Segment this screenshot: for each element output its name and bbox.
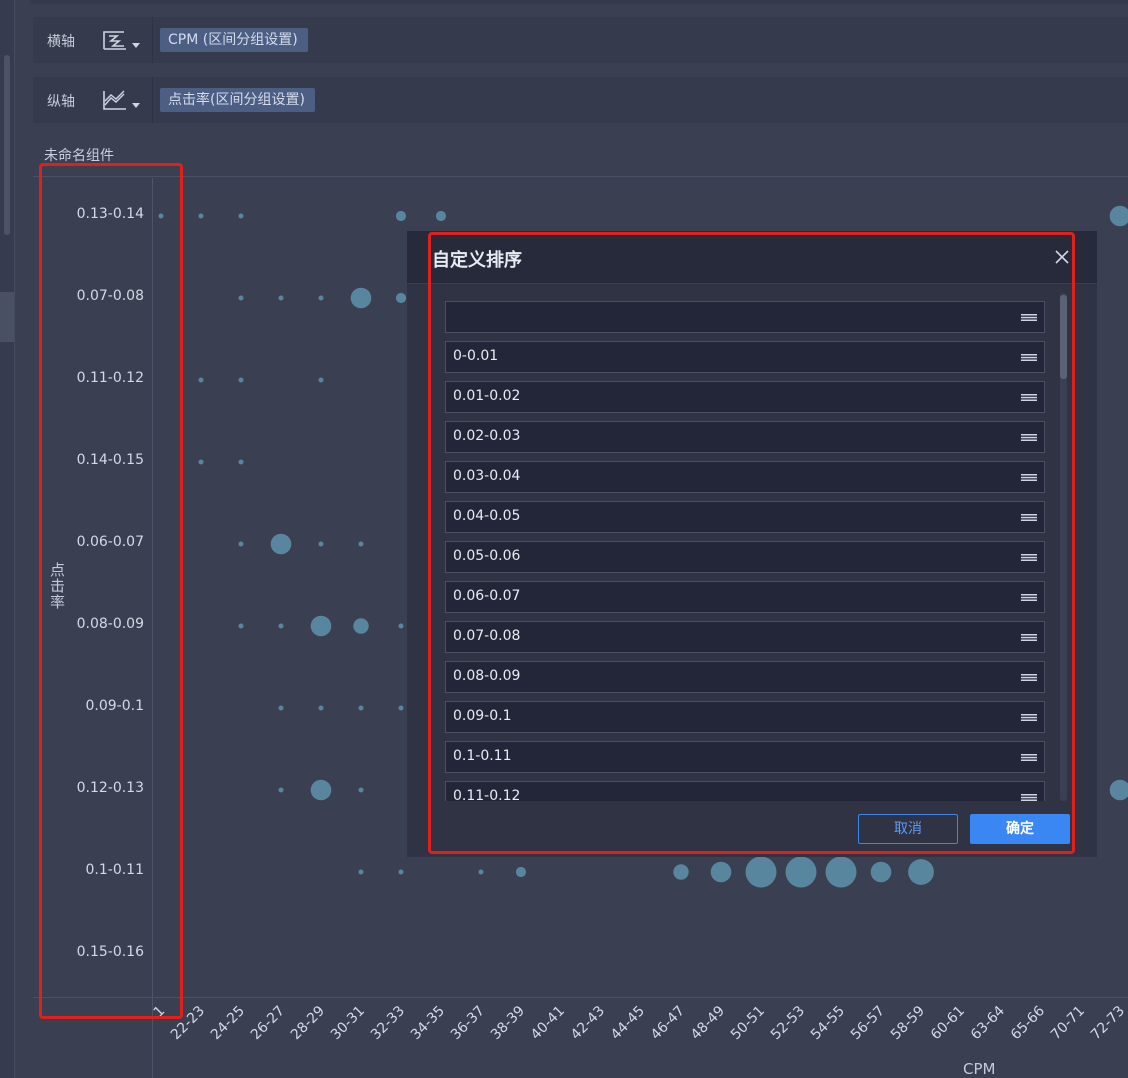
scatter-point[interactable] — [1109, 205, 1128, 227]
scatter-point[interactable] — [478, 869, 484, 875]
scatter-point[interactable] — [825, 856, 857, 888]
scatter-point[interactable] — [398, 705, 404, 711]
scatter-point[interactable] — [238, 623, 244, 629]
scatter-point[interactable] — [278, 787, 284, 793]
scatter-point[interactable] — [198, 213, 204, 219]
scatter-point[interactable] — [318, 377, 324, 383]
scatter-point[interactable] — [278, 705, 284, 711]
scatter-point[interactable] — [238, 213, 244, 219]
scatter-point[interactable] — [198, 377, 204, 383]
scatter-point[interactable] — [318, 541, 324, 547]
scatter-point[interactable] — [358, 869, 364, 875]
scatter-point[interactable] — [435, 210, 447, 222]
scatter-point[interactable] — [358, 787, 364, 793]
scatter-point[interactable] — [310, 779, 332, 801]
scatter-point[interactable] — [398, 869, 404, 875]
scatter-point[interactable] — [358, 705, 364, 711]
scatter-point[interactable] — [310, 615, 332, 637]
scatter-point[interactable] — [318, 705, 324, 711]
scatter-point[interactable] — [353, 618, 369, 634]
scatter-point[interactable] — [710, 861, 732, 883]
scatter-point[interactable] — [278, 295, 284, 301]
annotation-box-dialog — [428, 232, 1075, 854]
scatter-point[interactable] — [745, 856, 777, 888]
scatter-point[interactable] — [908, 859, 934, 885]
x-axis-title: CPM — [963, 1060, 996, 1078]
scatter-point[interactable] — [238, 459, 244, 465]
scatter-point[interactable] — [238, 295, 244, 301]
scatter-point[interactable] — [318, 295, 324, 301]
scatter-point[interactable] — [395, 292, 407, 304]
scatter-point[interactable] — [238, 377, 244, 383]
scatter-point[interactable] — [673, 864, 689, 880]
scatter-point[interactable] — [870, 861, 892, 883]
scatter-point[interactable] — [270, 533, 292, 555]
scatter-point[interactable] — [238, 541, 244, 547]
scatter-point[interactable] — [1109, 779, 1128, 801]
scatter-point[interactable] — [278, 623, 284, 629]
scatter-point[interactable] — [785, 856, 817, 888]
scatter-point[interactable] — [350, 287, 372, 309]
scatter-point[interactable] — [515, 866, 527, 878]
scatter-point[interactable] — [198, 459, 204, 465]
scatter-point[interactable] — [395, 210, 407, 222]
annotation-box-y-labels — [39, 163, 183, 1019]
scatter-point[interactable] — [358, 541, 364, 547]
scatter-point[interactable] — [398, 623, 404, 629]
